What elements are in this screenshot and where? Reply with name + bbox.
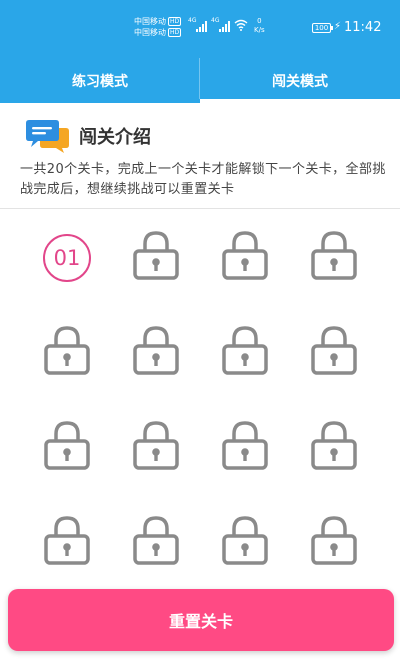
clock: 11:42: [344, 20, 382, 35]
carrier-1: 中国移动: [134, 17, 166, 26]
speed-value: 0: [257, 17, 262, 25]
lock-icon: [133, 231, 179, 280]
locked-level-04[interactable]: [304, 228, 364, 288]
lock-icon: [44, 326, 90, 375]
lock-icon: [222, 326, 268, 375]
lock-icon: [222, 421, 268, 470]
intro-section: 闯关介绍 一共20个关卡，完成上一个关卡才能解锁下一个关卡，全部挑战完成后，想继…: [0, 103, 400, 209]
status-bar: 中国移动 HD 中国移动 HD 4G 4G 0 K/s 100 ⚡ 11:42: [0, 0, 400, 58]
locked-level-05[interactable]: [37, 323, 97, 383]
level-number-badge: 01: [43, 234, 91, 282]
locked-level-13[interactable]: [37, 513, 97, 573]
speed-unit: K/s: [254, 26, 265, 34]
locked-level-11[interactable]: [215, 418, 275, 478]
wifi-icon: [234, 19, 248, 31]
battery-icon: 100: [312, 23, 333, 33]
locked-level-15[interactable]: [215, 513, 275, 573]
level-grid: 01: [0, 210, 400, 585]
locked-level-08[interactable]: [304, 323, 364, 383]
locked-level-06[interactable]: [126, 323, 186, 383]
hd-badge-1: HD: [168, 17, 182, 26]
battery-level: 100: [314, 24, 329, 32]
charging-icon: ⚡: [334, 21, 342, 32]
lock-icon: [311, 421, 357, 470]
locked-level-12[interactable]: [304, 418, 364, 478]
mode-tabs: 练习模式 闯关模式: [0, 58, 400, 103]
lock-icon: [311, 516, 357, 565]
tab-challenge-mode[interactable]: 闯关模式: [200, 58, 400, 103]
signal-icon-2: [219, 20, 230, 32]
chat-bubbles-icon: [26, 120, 69, 153]
locked-level-16[interactable]: [304, 513, 364, 573]
lock-icon: [222, 516, 268, 565]
lock-icon: [133, 516, 179, 565]
hd-badge-2: HD: [168, 28, 182, 37]
locked-level-14[interactable]: [126, 513, 186, 573]
locked-level-03[interactable]: [215, 228, 275, 288]
lock-icon: [311, 231, 357, 280]
carrier-2: 中国移动: [134, 28, 166, 37]
lock-icon: [133, 421, 179, 470]
locked-level-02[interactable]: [126, 228, 186, 288]
carrier-info: 中国移动 HD 中国移动 HD: [134, 16, 182, 38]
locked-level-07[interactable]: [215, 323, 275, 383]
intro-description: 一共20个关卡，完成上一个关卡才能解锁下一个关卡，全部挑战完成后，想继续挑战可以…: [20, 162, 386, 197]
reset-levels-button[interactable]: 重置关卡: [8, 589, 394, 651]
tab-practice-mode[interactable]: 练习模式: [0, 58, 200, 103]
network-speed: 0 K/s: [254, 17, 265, 35]
level-01[interactable]: 01: [37, 228, 97, 288]
signal-icon: [196, 20, 207, 32]
lock-icon: [133, 326, 179, 375]
lock-icon: [222, 231, 268, 280]
locked-level-10[interactable]: [126, 418, 186, 478]
lock-icon: [44, 421, 90, 470]
intro-title: 闯关介绍: [79, 127, 151, 148]
locked-level-09[interactable]: [37, 418, 97, 478]
lock-icon: [311, 326, 357, 375]
lock-icon: [44, 516, 90, 565]
